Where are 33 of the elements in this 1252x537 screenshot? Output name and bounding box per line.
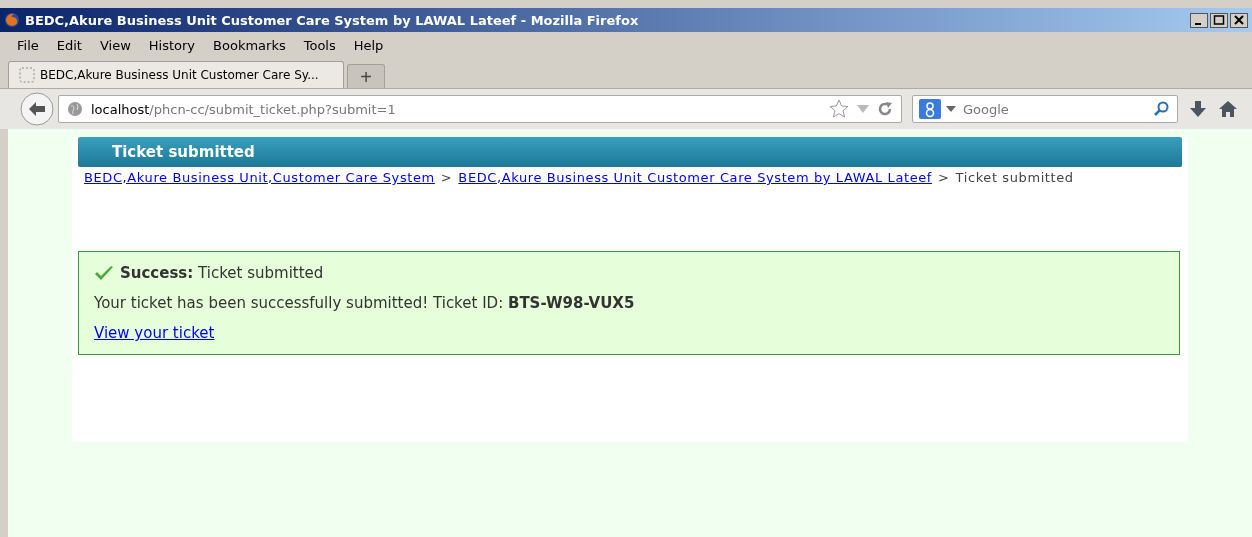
- browser-logo-icon: [4, 12, 20, 28]
- minimize-icon[interactable]: [1190, 12, 1208, 28]
- view-ticket-link[interactable]: View your ticket: [94, 324, 215, 342]
- menu-item[interactable]: Edit: [47, 37, 91, 53]
- browser-tab[interactable]: BEDC,Akure Business Unit Customer Care Sy...: [8, 61, 344, 88]
- notice-title: Success: Ticket submitted: [120, 264, 324, 282]
- window-title: BEDC,Akure Business Unit Customer Care System by LAWAL Lateef - Mozilla Firefox: [25, 12, 640, 28]
- breadcrumb-link[interactable]: BEDC,Akure Business Unit Customer Care System by LAWAL Lateef: [458, 170, 933, 185]
- breadcrumb-link[interactable]: BEDC,Akure Business Unit,Customer Care System: [84, 170, 435, 185]
- search-bar[interactable]: Google: [912, 95, 1178, 123]
- download-icon[interactable]: [1188, 99, 1208, 119]
- notice-message: Your ticket has been successfully submitted! Ticket ID: BTS-W98-VUX5: [94, 294, 636, 312]
- star-icon[interactable]: [829, 99, 849, 119]
- breadcrumb: BEDC,Akure Business Unit,Customer Care System > BEDC,Akure Business Unit Customer Care System by LAWAL Lateef > Ticket submitted: [84, 171, 1075, 185]
- back-button-icon[interactable]: [20, 92, 54, 126]
- close-icon[interactable]: [1230, 12, 1248, 28]
- maximize-icon[interactable]: [1210, 12, 1228, 28]
- dropdown-icon[interactable]: [946, 106, 956, 112]
- reload-icon[interactable]: [877, 101, 893, 117]
- menu-item[interactable]: Bookmarks: [204, 37, 295, 53]
- menu-item[interactable]: View: [90, 37, 140, 53]
- search-icon[interactable]: [1153, 101, 1169, 117]
- address-bar[interactable]: localhost/phcn-cc/submit_ticket.php?submit=1: [58, 95, 902, 123]
- menu-item[interactable]: Help: [344, 37, 393, 53]
- home-icon[interactable]: [1218, 99, 1238, 119]
- menu-item[interactable]: Tools: [294, 37, 345, 53]
- blank-page-icon: [19, 67, 35, 83]
- checkmark-icon: [94, 265, 114, 281]
- menu-item[interactable]: History: [139, 37, 205, 53]
- new-tab-button[interactable]: +: [347, 64, 385, 88]
- menu-item[interactable]: File: [8, 37, 48, 53]
- url-text: localhost/phcn-cc/submit_ticket.php?submit=1: [91, 101, 397, 117]
- page-header: Ticket submitted: [78, 137, 1182, 167]
